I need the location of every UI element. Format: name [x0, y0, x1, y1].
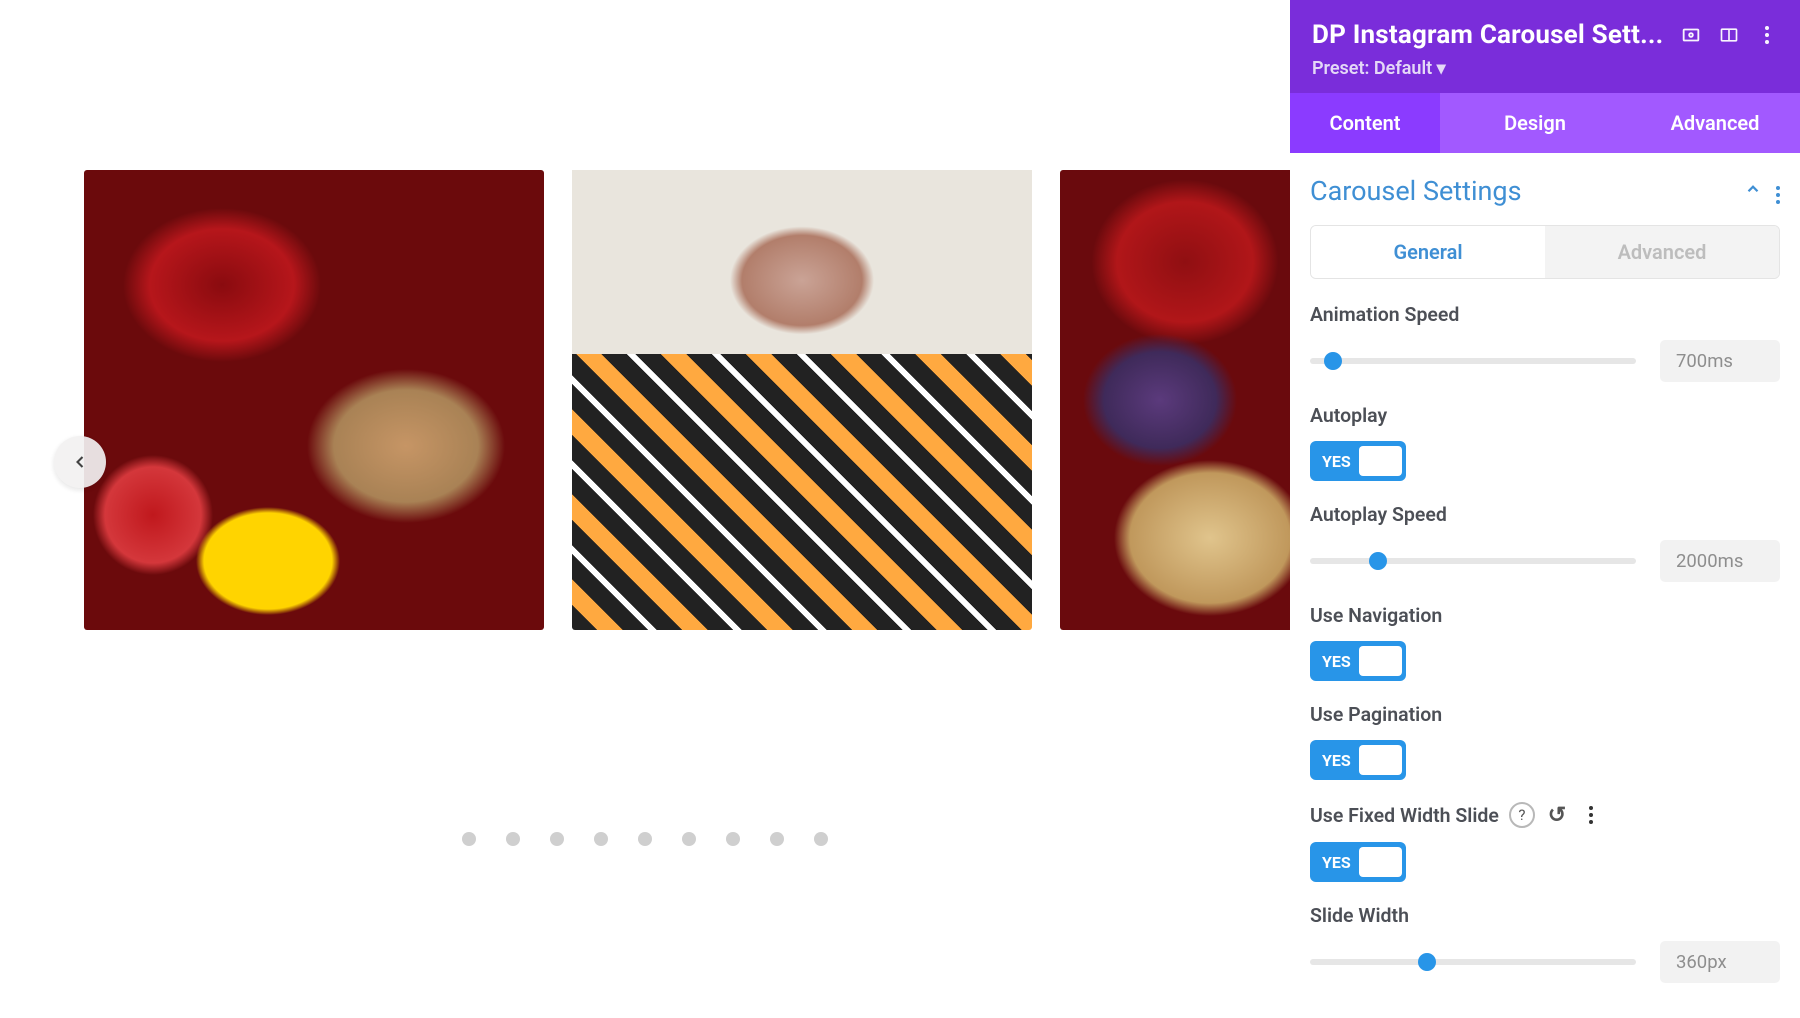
animation-speed-label: Animation Speed — [1310, 303, 1459, 326]
settings-panel: DP Instagram Carousel Sett... Preset: De… — [1290, 0, 1800, 1018]
field-animation-speed: Animation Speed 700ms — [1310, 303, 1780, 382]
carousel-slide[interactable] — [1060, 170, 1290, 630]
chevron-left-icon — [70, 452, 90, 472]
slider-thumb[interactable] — [1418, 953, 1436, 971]
field-autoplay-speed: Autoplay Speed 2000ms — [1310, 503, 1780, 582]
pagination-dot[interactable] — [594, 832, 608, 846]
field-use-fixed-width: Use Fixed Width Slide ? ↺ YES — [1310, 802, 1780, 882]
chevron-down-icon: ▾ — [1437, 58, 1446, 79]
panel-header: DP Instagram Carousel Sett... Preset: De… — [1290, 0, 1800, 93]
section-title: Carousel Settings — [1310, 175, 1730, 207]
pagination-dot[interactable] — [814, 832, 828, 846]
collapse-section-icon[interactable] — [1744, 180, 1762, 203]
carousel-pagination — [0, 832, 1290, 846]
slider-thumb[interactable] — [1324, 352, 1342, 370]
carousel-slide[interactable] — [84, 170, 544, 630]
pagination-dot[interactable] — [550, 832, 564, 846]
pagination-dot[interactable] — [726, 832, 740, 846]
slide-width-value[interactable]: 360px — [1660, 941, 1780, 983]
animation-speed-value[interactable]: 700ms — [1660, 340, 1780, 382]
use-fixed-width-toggle[interactable]: YES — [1310, 842, 1406, 882]
toggle-label: YES — [1314, 853, 1359, 872]
pagination-dot[interactable] — [462, 832, 476, 846]
carousel-subtabs: General Advanced — [1310, 225, 1780, 279]
use-navigation-label: Use Navigation — [1310, 604, 1442, 627]
use-pagination-label: Use Pagination — [1310, 703, 1442, 726]
slider-thumb[interactable] — [1369, 552, 1387, 570]
autoplay-speed-label: Autoplay Speed — [1310, 503, 1447, 526]
help-icon[interactable]: ? — [1509, 802, 1535, 828]
field-use-navigation: Use Navigation YES — [1310, 604, 1780, 681]
autoplay-toggle[interactable]: YES — [1310, 441, 1406, 481]
pagination-dot[interactable] — [770, 832, 784, 846]
expand-icon[interactable] — [1718, 24, 1740, 46]
pagination-dot[interactable] — [638, 832, 652, 846]
toggle-label: YES — [1314, 652, 1359, 671]
subtab-advanced[interactable]: Advanced — [1545, 226, 1779, 278]
tab-content[interactable]: Content — [1290, 93, 1440, 153]
use-navigation-toggle[interactable]: YES — [1310, 641, 1406, 681]
subtab-general[interactable]: General — [1311, 226, 1545, 278]
more-menu-icon[interactable] — [1756, 24, 1778, 46]
use-fixed-width-label: Use Fixed Width Slide — [1310, 804, 1499, 827]
tab-advanced[interactable]: Advanced — [1630, 93, 1800, 153]
section-more-icon[interactable] — [1776, 181, 1780, 202]
toggle-knob — [1359, 745, 1402, 775]
slide-width-label: Slide Width — [1310, 904, 1409, 927]
carousel-slide[interactable] — [572, 170, 1032, 630]
instagram-carousel — [84, 170, 1290, 630]
preset-selector[interactable]: Preset: Default ▾ — [1312, 58, 1778, 79]
field-autoplay: Autoplay YES — [1310, 404, 1780, 481]
panel-body[interactable]: Carousel Settings General Advanced Anima… — [1290, 153, 1800, 1018]
field-more-icon[interactable] — [1579, 803, 1603, 827]
editor-canvas — [0, 0, 1290, 1018]
autoplay-speed-slider[interactable] — [1310, 558, 1636, 564]
autoplay-label: Autoplay — [1310, 404, 1387, 427]
responsive-preview-icon[interactable] — [1680, 24, 1702, 46]
slide-width-slider[interactable] — [1310, 959, 1636, 965]
pagination-dot[interactable] — [682, 832, 696, 846]
field-slide-width: Slide Width 360px — [1310, 904, 1780, 983]
preset-value: Default — [1374, 58, 1432, 79]
toggle-knob — [1359, 847, 1402, 877]
pagination-dot[interactable] — [506, 832, 520, 846]
toggle-label: YES — [1314, 751, 1359, 770]
reset-icon[interactable]: ↺ — [1545, 803, 1569, 827]
toggle-label: YES — [1314, 452, 1359, 471]
toggle-knob — [1359, 446, 1402, 476]
use-pagination-toggle[interactable]: YES — [1310, 740, 1406, 780]
field-use-pagination: Use Pagination YES — [1310, 703, 1780, 780]
animation-speed-slider[interactable] — [1310, 358, 1636, 364]
toggle-knob — [1359, 646, 1402, 676]
preset-label: Preset: — [1312, 58, 1369, 79]
main-tabs: Content Design Advanced — [1290, 93, 1800, 153]
autoplay-speed-value[interactable]: 2000ms — [1660, 540, 1780, 582]
panel-title: DP Instagram Carousel Sett... — [1312, 20, 1664, 50]
carousel-prev-button[interactable] — [54, 436, 106, 488]
tab-design[interactable]: Design — [1440, 93, 1630, 153]
